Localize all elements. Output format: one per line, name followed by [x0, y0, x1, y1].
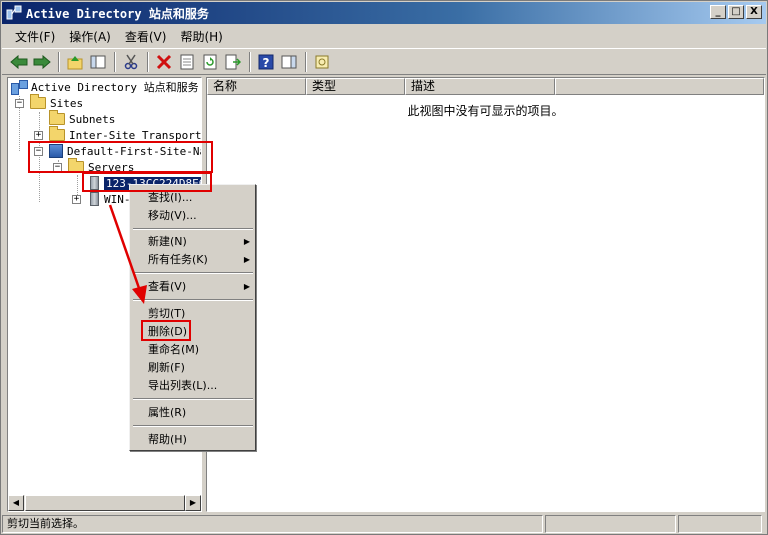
menu-item-label: 查找(I)... — [148, 191, 193, 204]
menu-item-label: 刷新(F) — [148, 361, 185, 374]
tree-item-subnets[interactable]: Subnets — [49, 110, 116, 127]
status-panel — [545, 515, 676, 533]
show-hide-tree-icon[interactable] — [87, 51, 109, 73]
menu-item-label: 所有任务(K) — [148, 253, 208, 266]
menu-item-help[interactable]: 帮助(H) — [148, 431, 248, 448]
details-list-pane[interactable]: 名称 类型 描述 此视图中没有可显示的项目。 — [206, 77, 765, 512]
empty-list-message: 此视图中没有可显示的项目。 — [407, 104, 564, 118]
menu-item-label: 查看(V) — [148, 280, 187, 293]
tree-item-label: WIN- — [104, 192, 131, 206]
menu-separator — [133, 272, 253, 274]
scroll-left-icon[interactable]: ◀ — [8, 495, 24, 511]
context-menu: 查找(I)... 移动(V)... 新建(N) ▶ 所有任务(K) ▶ 查看(V) ▶… — [129, 184, 256, 451]
menu-item-label: 移动(V)... — [148, 209, 197, 222]
status-text: 剪切当前选择。 — [2, 515, 543, 533]
submenu-arrow-icon: ▶ — [243, 237, 250, 246]
toolbar-separator — [249, 51, 251, 72]
menu-view[interactable]: 查看(V) — [118, 26, 174, 47]
scroll-right-icon[interactable]: ▶ — [185, 495, 201, 511]
menu-item-rename[interactable]: 重命名(M) — [148, 341, 248, 358]
menu-separator — [133, 228, 253, 230]
menu-item-label: 属性(R) — [148, 406, 187, 419]
column-description[interactable]: 描述 — [405, 78, 555, 95]
menu-item-refresh[interactable]: 刷新(F) — [148, 359, 248, 376]
menu-item-all-tasks[interactable]: 所有任务(K) ▶ — [148, 251, 250, 268]
menu-item-label: 帮助(H) — [148, 433, 187, 446]
tree-item-label: Active Directory 站点和服务 — [31, 81, 199, 94]
toolbar-separator — [147, 51, 149, 72]
menu-help[interactable]: 帮助(H) — [173, 26, 229, 47]
menu-item-move[interactable]: 移动(V)... — [148, 207, 248, 224]
menu-separator — [133, 299, 253, 301]
menu-item-label: 导出列表(L)... — [148, 379, 218, 392]
menu-item-properties[interactable]: 属性(R) — [148, 404, 248, 421]
window-title: Active Directory 站点和服务 — [26, 6, 209, 21]
toolbar-separator — [114, 51, 116, 72]
expand-server2-toggle[interactable]: + — [72, 195, 81, 204]
status-bar: 剪切当前选择。 — [2, 515, 766, 534]
cut-icon[interactable] — [120, 51, 142, 73]
submenu-arrow-icon: ▶ — [243, 282, 250, 291]
column-filler — [555, 78, 764, 95]
expand-inter-site-toggle[interactable]: + — [34, 131, 43, 140]
ad-sites-app-icon — [6, 5, 22, 21]
column-type[interactable]: 类型 — [306, 78, 405, 95]
tree-item-root[interactable]: Active Directory 站点和服务 — [11, 79, 199, 95]
site-settings-icon[interactable] — [311, 51, 333, 73]
close-button[interactable]: X — [746, 5, 762, 19]
help-icon[interactable]: ? — [255, 51, 277, 73]
menu-action[interactable]: 操作(A) — [62, 26, 118, 47]
maximize-button[interactable]: □ — [728, 5, 744, 19]
folder-icon — [49, 110, 65, 125]
submenu-arrow-icon: ▶ — [243, 255, 250, 264]
server-icon — [90, 192, 99, 206]
annotation-box-server — [82, 172, 212, 192]
menu-bar: 文件(F) 操作(A) 查看(V) 帮助(H) — [2, 25, 766, 47]
menu-item-label: 剪切(T) — [148, 307, 186, 320]
menu-item-view[interactable]: 查看(V) ▶ — [148, 278, 250, 295]
annotation-box-default-site — [28, 141, 213, 173]
menu-file[interactable]: 文件(F) — [8, 26, 62, 47]
ad-sites-icon — [11, 80, 28, 95]
export-list-icon[interactable] — [222, 51, 244, 73]
tree-item-label: Subnets — [69, 112, 116, 126]
menu-item-export-list[interactable]: 导出列表(L)... — [148, 377, 248, 394]
app-window: Active Directory 站点和服务 _ □ X 文件(F) 操作(A)… — [0, 0, 768, 535]
menu-separator — [133, 425, 253, 427]
title-bar[interactable]: Active Directory 站点和服务 _ □ X — [2, 2, 766, 24]
tree-item-sites[interactable]: Sites — [30, 94, 84, 111]
menu-item-new[interactable]: 新建(N) ▶ — [148, 233, 250, 250]
toolbar-separator — [305, 51, 307, 72]
back-icon[interactable] — [8, 51, 30, 73]
tree-horizontal-scrollbar[interactable]: ◀ ▶ — [8, 495, 201, 511]
caption-buttons: _ □ X — [710, 5, 762, 19]
toolbar-separator — [58, 51, 60, 72]
delete-icon[interactable] — [153, 51, 175, 73]
folder-icon — [49, 126, 65, 141]
annotation-box-delete — [141, 320, 191, 341]
refresh-icon[interactable] — [199, 51, 221, 73]
menu-item-label: 新建(N) — [148, 235, 187, 248]
tree-item-label: Sites — [50, 96, 84, 110]
properties-icon[interactable] — [176, 51, 198, 73]
scrollbar-thumb[interactable] — [25, 495, 185, 511]
forward-icon[interactable] — [31, 51, 53, 73]
folder-icon — [30, 94, 46, 109]
tree-item-server2[interactable]: WIN- — [90, 191, 131, 207]
svg-text:?: ? — [263, 56, 270, 70]
minimize-button[interactable]: _ — [710, 5, 726, 19]
status-panel — [678, 515, 762, 533]
menu-item-label: 重命名(M) — [148, 343, 200, 356]
show-action-pane-icon[interactable] — [278, 51, 300, 73]
menu-separator — [133, 398, 253, 400]
collapse-sites-toggle[interactable]: − — [15, 99, 24, 108]
column-name[interactable]: 名称 — [207, 78, 306, 95]
tree-item-label: Inter-Site Transports — [69, 128, 202, 142]
toolbar: ? — [2, 48, 766, 75]
up-folder-icon[interactable] — [64, 51, 86, 73]
list-column-headers: 名称 类型 描述 — [207, 78, 764, 95]
